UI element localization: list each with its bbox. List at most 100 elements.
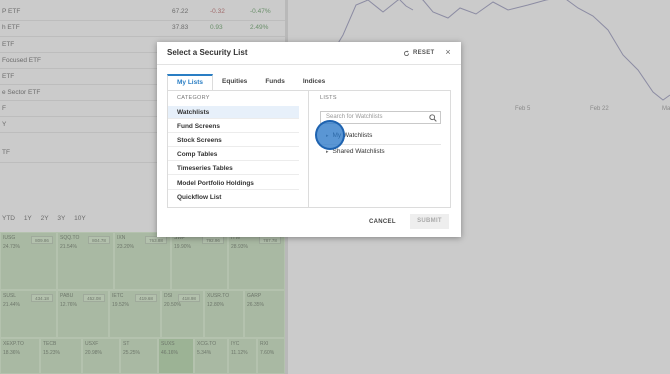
- bg-row-name: ETF: [2, 73, 15, 80]
- chart-x-label: Feb 5: [515, 106, 531, 112]
- range-10y: 10Y: [74, 215, 86, 222]
- click-indicator: [315, 120, 345, 150]
- heatmap-tile: RXI 7.60%: [257, 338, 285, 374]
- select-security-list-dialog: Select a Security List RESET × My Lists …: [157, 42, 461, 237]
- bg-table-row: P ETF 67.22 -0.32 -0.47%: [0, 5, 285, 20]
- tab-panel: CATEGORY Watchlists Fund Screens Stock S…: [167, 90, 451, 208]
- range-2y: 2Y: [40, 215, 49, 222]
- bg-row-name: Y: [2, 121, 7, 128]
- heatmap-tile: PABU 12.76% 452.08: [57, 290, 109, 338]
- reset-button[interactable]: RESET: [403, 47, 435, 59]
- tile-ticker: XEXP.TO: [3, 341, 24, 347]
- bg-row-change: -0.32: [210, 8, 225, 15]
- category-item-quickflow-list[interactable]: Quickflow List: [168, 191, 299, 204]
- tile-price: 763.88: [145, 236, 167, 244]
- category-header: CATEGORY: [177, 95, 210, 101]
- bg-row-name: e Sector ETF: [2, 89, 41, 96]
- heatmap-tile: ITW 28.93% 787.78: [228, 232, 285, 290]
- tile-ticker: XUSR.TO: [207, 293, 230, 299]
- tile-pct: 21.44%: [3, 302, 20, 308]
- category-item-stock-screens[interactable]: Stock Screens: [168, 134, 299, 147]
- tile-pct: 20.50%: [164, 302, 181, 308]
- tab-equities[interactable]: Equities: [213, 74, 256, 90]
- heatmap-tile: USXF 20.98%: [82, 338, 120, 374]
- tile-ticker: XCG.TO: [197, 341, 217, 347]
- tile-price: 804.78: [88, 236, 110, 244]
- tab-my-lists[interactable]: My Lists: [167, 74, 214, 90]
- category-item-model-portfolio-holdings[interactable]: Model Portfolio Holdings: [168, 177, 299, 190]
- tile-ticker: TECB: [43, 341, 57, 347]
- category-item-fund-screens[interactable]: Fund Screens: [168, 120, 299, 133]
- chart-x-label: Feb 22: [590, 106, 609, 112]
- heatmap-tile: IXN 23.20% 763.88: [114, 232, 171, 290]
- tile-ticker: USXF: [85, 341, 99, 347]
- tile-pct: 5.34%: [197, 350, 212, 356]
- heatmap-tile: IETC 19.52% 419.68: [109, 290, 161, 338]
- tile-pct: 46.16%: [161, 350, 178, 356]
- reset-label: RESET: [413, 50, 435, 56]
- category-item-timeseries-tables[interactable]: Timeseries Tables: [168, 162, 299, 175]
- close-button[interactable]: ×: [443, 46, 453, 58]
- heatmap: IUSG 24.73% 809.86 SQQ.TO 21.54% 804.78 IXN 2…: [0, 232, 285, 374]
- tile-price: 809.86: [31, 236, 53, 244]
- bg-row-name: TF: [2, 149, 10, 156]
- list-type-tabs: My Lists Equities Funds Indices: [167, 74, 334, 90]
- tile-pct: 12.76%: [60, 302, 77, 308]
- search-icon[interactable]: [429, 114, 437, 122]
- submit-button[interactable]: SUBMIT: [410, 214, 449, 229]
- bg-row-price: 37.83: [172, 24, 189, 31]
- search-placeholder: Search for Watchlists: [326, 114, 383, 120]
- dialog-title: Select a Security List: [167, 48, 248, 57]
- heatmap-tile: IYC 11.12%: [228, 338, 257, 374]
- heatmap-tile: XUSR.TO 12.80%: [204, 290, 244, 338]
- tile-price: 787.78: [259, 236, 281, 244]
- heatmap-tile: SWP 19.90% 792.96: [171, 232, 228, 290]
- bg-row-name: Focused ETF: [2, 57, 42, 64]
- heatmap-tile: SUSL 21.44% 434.18: [0, 290, 57, 338]
- tile-pct: 26.35%: [247, 302, 264, 308]
- tile-price: 452.08: [83, 294, 105, 302]
- tile-pct: 20.98%: [85, 350, 102, 356]
- heatmap-tile: TECB 15.23%: [40, 338, 82, 374]
- tile-pct: 7.60%: [260, 350, 275, 356]
- tab-funds[interactable]: Funds: [256, 74, 294, 90]
- heatmap-tile: XEXP.TO 18.36%: [0, 338, 40, 374]
- reset-icon: [403, 50, 410, 56]
- heatmap-tile: XCG.TO 5.34%: [194, 338, 228, 374]
- range-3y: 3Y: [57, 215, 66, 222]
- tile-pct: 19.52%: [112, 302, 129, 308]
- tile-ticker: RXI: [260, 341, 269, 347]
- tile-price: 792.96: [202, 236, 224, 244]
- heatmap-tile: IUSG 24.73% 809.86: [0, 232, 57, 290]
- bg-table-row: h ETF 37.83 0.93 2.49%: [0, 21, 285, 36]
- tile-price: 434.18: [31, 294, 53, 302]
- cancel-button[interactable]: CANCEL: [369, 215, 396, 229]
- heatmap-tile: SQQ.TO 21.54% 804.78: [57, 232, 114, 290]
- heatmap-tile: GARP 26.35%: [244, 290, 285, 338]
- list-item-label: Shared Watchlists: [332, 148, 385, 155]
- tile-pct: 24.73%: [3, 244, 20, 250]
- tile-pct: 15.23%: [43, 350, 60, 356]
- tile-price: 418.98: [178, 294, 200, 302]
- chart-line: [399, 0, 414, 11]
- tile-pct: 21.54%: [60, 244, 77, 250]
- tab-indices[interactable]: Indices: [294, 74, 334, 90]
- tile-pct: 19.90%: [174, 244, 191, 250]
- category-column: CATEGORY Watchlists Fund Screens Stock S…: [168, 91, 309, 207]
- tile-pct: 23.20%: [117, 244, 134, 250]
- tile-price: 419.68: [135, 294, 157, 302]
- bg-row-name: F: [2, 105, 6, 112]
- tile-ticker: GARP: [247, 293, 262, 299]
- category-item-comp-tables[interactable]: Comp Tables: [168, 148, 299, 161]
- bg-row-change-pct: -0.47%: [250, 8, 271, 15]
- category-item-watchlists[interactable]: Watchlists: [168, 106, 299, 119]
- bg-row-change: 0.93: [210, 24, 223, 31]
- bg-row-name: ETF: [2, 41, 15, 48]
- range-1y: 1Y: [23, 215, 32, 222]
- tile-pct: 18.36%: [3, 350, 20, 356]
- tile-pct: 11.12%: [231, 350, 248, 356]
- title-divider: [157, 64, 461, 65]
- tile-pct: 25.25%: [123, 350, 140, 356]
- tile-ticker: SUXS: [161, 341, 175, 347]
- heatmap-tile: DSI 20.50% 418.98: [161, 290, 204, 338]
